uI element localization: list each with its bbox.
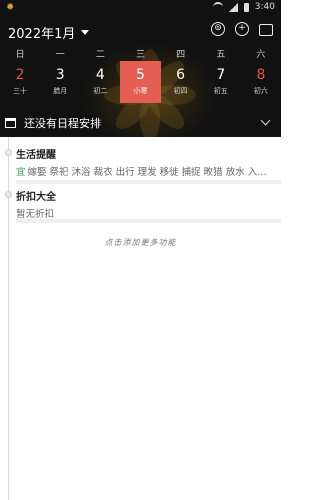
calendar-header: ✹ 3:40 2022年1月 ⊚ + 日 一 二 三 四 五 六 2 三十 3 … [0,0,281,137]
day-cell-selected[interactable]: 5 小寒 [120,61,161,103]
weekday-label: 二 [95,50,105,60]
status-time: 3:40 [254,2,275,12]
day-cell[interactable]: 6 初四 [161,61,201,103]
yi-tag: 宜 [16,167,26,178]
chevron-down-icon[interactable] [260,115,271,126]
timeline-dot [5,149,12,156]
lunar-date: 初四 [173,87,188,95]
chevron-down-icon [81,30,90,35]
schedule-bar[interactable]: 还没有日程安排 [0,111,281,135]
add-icon[interactable]: + [235,22,249,36]
lunar-date: 腊月 [53,87,68,95]
lunar-date: 初五 [213,87,228,95]
discount-card[interactable]: 折扣大全 暂无折扣 [16,188,281,220]
status-bar: ✹ 3:40 [0,0,281,16]
day-cell[interactable]: 3 腊月 [40,61,80,103]
yi-items: 嫁娶 祭祀 沐浴 裁衣 出行 理发 移徙 捕捉 畋猎 放水 入… [27,167,267,178]
life-reminder-items: 宜嫁娶 祭祀 沐浴 裁衣 出行 理发 移徙 捕捉 畋猎 放水 入… [16,164,281,178]
weekday-label: 三 [135,50,145,60]
weekday-row: 日 一 二 三 四 五 六 [0,47,281,60]
day-number: 5 [136,67,145,83]
life-reminder-title: 生活提醒 [16,150,56,161]
add-more-link[interactable]: 点击添加更多功能 [0,237,281,248]
weekday-label: 一 [55,50,65,60]
section-divider [16,180,281,184]
timeline-dot [5,191,12,198]
toolbox-icon[interactable] [259,24,273,36]
day-cell[interactable]: 8 初六 [241,61,281,103]
day-number: 6 [176,67,186,83]
discount-empty: 暂无折扣 [16,209,55,220]
lunar-date: 三十 [13,87,28,95]
calendar-icon [5,118,16,128]
schedule-label: 还没有日程安排 [24,117,101,130]
lunar-date: 初六 [253,87,268,95]
sun-icon: ✹ [6,2,15,13]
day-number: 7 [216,67,226,83]
lunar-date: 初二 [93,87,108,95]
weekday-label: 五 [216,50,226,60]
wifi-icon [212,2,223,12]
weekday-label: 日 [15,50,25,60]
day-cell[interactable]: 7 初五 [201,61,241,103]
weekday-label: 六 [256,50,266,60]
section-divider [16,219,281,223]
discount-title: 折扣大全 [16,192,56,203]
life-reminder-card[interactable]: 生活提醒 宜嫁娶 祭祀 沐浴 裁衣 出行 理发 移徙 捕捉 畋猎 放水 入… [16,146,281,178]
month-selector[interactable]: 2022年1月 [8,23,90,42]
day-number: 2 [15,67,25,83]
day-number: 3 [55,67,65,83]
weekday-label: 四 [176,50,186,60]
signal-icon [228,2,238,12]
day-cell[interactable]: 2 三十 [0,61,40,103]
week-row: 2 三十 3 腊月 4 初二 5 小寒 6 初四 7 初五 8 初六 [0,61,281,103]
day-number: 8 [256,67,266,83]
lunar-date: 小寒 [133,87,148,95]
month-label: 2022年1月 [8,27,76,42]
battery-icon [243,2,249,12]
day-number: 4 [95,67,105,83]
day-cell[interactable]: 4 初二 [80,61,120,103]
today-icon[interactable]: ⊚ [211,22,225,36]
